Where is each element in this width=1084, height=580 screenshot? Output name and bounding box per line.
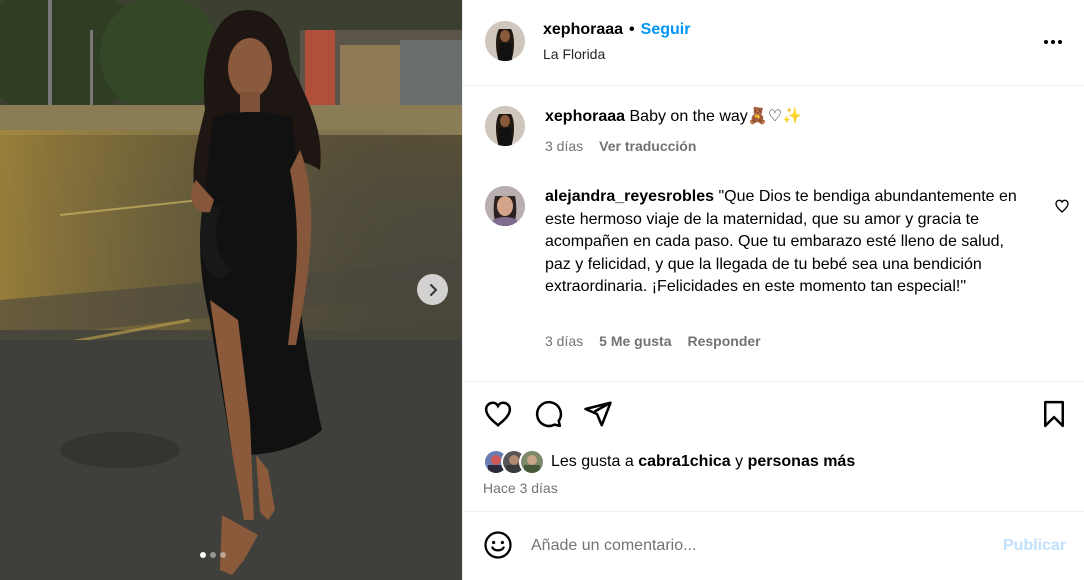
photo-scene (0, 0, 462, 580)
carousel-indicator (200, 552, 226, 558)
likes-text: Les gusta a cabra1chica y personas más (551, 453, 855, 471)
more-options-icon[interactable] (1041, 30, 1065, 54)
emoji-icon[interactable] (483, 530, 513, 560)
post-header: xephoraaa • Seguir La Florida (463, 0, 1084, 86)
likes-summary: Les gusta a cabra1chica y personas más (483, 449, 855, 475)
avatar-image (485, 21, 525, 61)
likes-user[interactable]: cabra1chica (638, 453, 731, 470)
reply-button[interactable]: Responder (688, 333, 761, 349)
bookmark-icon[interactable] (1039, 399, 1069, 429)
post-author-line: xephoraaa • Seguir (543, 21, 690, 39)
comment-like-heart-icon[interactable] (1054, 198, 1070, 214)
caption-meta: 3 días Ver traducción (545, 138, 696, 154)
post-actions: Les gusta a cabra1chica y personas más H… (463, 382, 1084, 512)
caption-text: Baby on the way🧸♡✨ (629, 108, 802, 125)
likes-prefix: Les gusta a (551, 453, 634, 470)
comment-author[interactable]: alejandra_reyesrobles (545, 188, 714, 205)
post-details-panel: xephoraaa • Seguir La Florida xephoraaa … (462, 0, 1084, 580)
avatar-image (485, 106, 525, 146)
avatar-image (485, 186, 525, 226)
caption-author-avatar[interactable] (485, 106, 525, 146)
likes-others[interactable]: personas más (748, 453, 856, 470)
liker-avatar (519, 449, 545, 475)
liker-avatars[interactable] (483, 449, 545, 475)
caption-author[interactable]: xephoraaa (545, 108, 625, 125)
comment-meta: 3 días 5 Me gusta Responder (545, 333, 761, 349)
author-avatar[interactable] (485, 21, 525, 61)
carousel-dot-active (200, 552, 206, 558)
likes-conj: y (735, 453, 744, 470)
share-icon[interactable] (583, 399, 613, 429)
comments-section: xephoraaa Baby on the way🧸♡✨ 3 días Ver … (463, 86, 1084, 382)
post-time[interactable]: Hace 3 días (483, 480, 558, 496)
comment-likes[interactable]: 5 Me gusta (599, 333, 671, 349)
comment-composer: Publicar (463, 512, 1084, 580)
avatar-image (524, 455, 540, 473)
commenter-avatar[interactable] (485, 186, 525, 226)
next-photo-button[interactable] (417, 274, 448, 305)
carousel-dot (210, 552, 216, 558)
comment-time[interactable]: 3 días (545, 333, 583, 349)
comment-icon[interactable] (533, 399, 563, 429)
post-photo (0, 0, 462, 580)
comment-input[interactable] (531, 532, 991, 560)
heart-icon[interactable] (483, 399, 513, 429)
post-author-username[interactable]: xephoraaa (543, 21, 623, 39)
separator-dot: • (629, 21, 635, 38)
publish-button[interactable]: Publicar (1003, 537, 1066, 555)
caption: xephoraaa Baby on the way🧸♡✨ (545, 106, 1045, 129)
carousel-dot (220, 552, 226, 558)
post-location[interactable]: La Florida (543, 46, 605, 62)
follow-button[interactable]: Seguir (641, 21, 691, 39)
chevron-right-icon (429, 283, 437, 296)
caption-time[interactable]: 3 días (545, 138, 583, 154)
translate-link[interactable]: Ver traducción (599, 138, 696, 154)
comment: alejandra_reyesrobles "Que Dios te bendi… (545, 186, 1025, 299)
